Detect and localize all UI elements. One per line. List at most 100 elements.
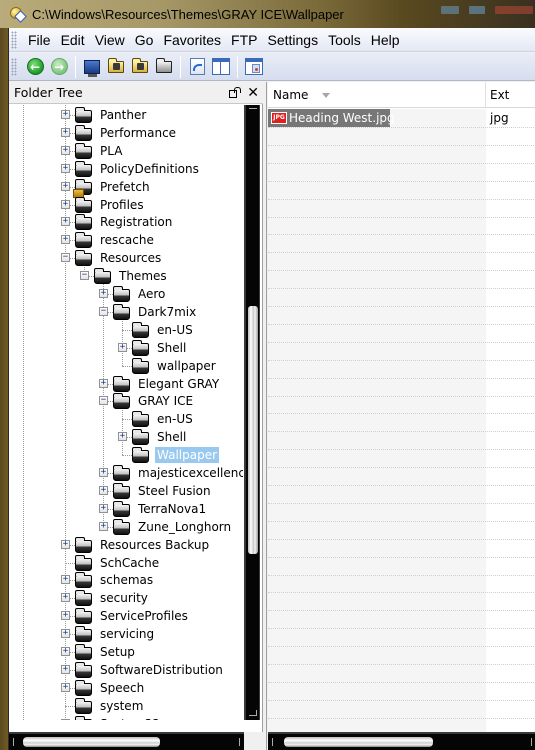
expand-icon[interactable]: + xyxy=(61,593,70,603)
tree-item[interactable]: − Dark7mix xyxy=(9,303,243,321)
vertical-scroll-thumb[interactable] xyxy=(248,305,258,554)
expand-icon[interactable]: + xyxy=(99,485,108,495)
tree-item-label[interactable]: en-US xyxy=(155,411,195,427)
tree-item-label[interactable]: Shell xyxy=(155,429,188,445)
menu-tools[interactable]: Tools xyxy=(323,29,366,51)
tree-item-label[interactable]: Panther xyxy=(98,107,148,123)
tree-item-label[interactable]: Profiles xyxy=(98,197,146,213)
expand-icon[interactable]: + xyxy=(118,342,127,352)
tree-item-label[interactable]: system xyxy=(98,698,145,714)
menu-go[interactable]: Go xyxy=(130,29,159,51)
expand-icon[interactable]: + xyxy=(61,575,70,585)
collapse-icon[interactable]: − xyxy=(80,271,89,281)
menu-view[interactable]: View xyxy=(90,29,130,51)
panes-button[interactable] xyxy=(210,56,232,78)
preview-button[interactable] xyxy=(243,56,265,78)
folder-b-button[interactable] xyxy=(129,56,151,78)
tree-item[interactable]: + Shell xyxy=(9,428,243,446)
expand-icon[interactable]: + xyxy=(61,127,70,137)
tree-item-label[interactable]: Setup xyxy=(98,644,137,660)
tree-item-label[interactable]: Shell xyxy=(155,340,188,356)
tree-item-label[interactable]: Registration xyxy=(98,214,174,230)
expand-icon[interactable]: + xyxy=(61,163,70,173)
tree-item[interactable]: system xyxy=(9,697,243,715)
tree-item-label[interactable]: TerraNova1 xyxy=(136,501,208,517)
expand-icon[interactable]: + xyxy=(61,235,70,245)
collapse-icon[interactable]: − xyxy=(99,396,108,406)
tree-item-label[interactable]: ServiceProfiles xyxy=(98,608,190,624)
unpin-icon[interactable] xyxy=(229,86,242,99)
tree-item[interactable]: + Shell xyxy=(9,339,243,357)
tree-item-label[interactable]: servicing xyxy=(98,626,156,642)
menu-file[interactable]: File xyxy=(23,29,56,51)
tree-item-label[interactable]: wallpaper xyxy=(155,358,218,374)
tree-item[interactable]: + security xyxy=(9,589,243,607)
tree-item-label[interactable]: Themes xyxy=(117,268,169,284)
scroll-right-arrow-icon[interactable] xyxy=(526,738,532,746)
tree-item-label[interactable]: Resources xyxy=(98,250,163,266)
tree-item[interactable]: − GRAY ICE xyxy=(9,392,243,410)
tree-item-label[interactable]: Prefetch xyxy=(98,179,152,195)
expand-icon[interactable]: + xyxy=(99,378,108,388)
tree-item-label[interactable]: rescache xyxy=(98,232,156,248)
tree-item-label[interactable]: System32 xyxy=(98,716,162,720)
collapse-icon[interactable]: − xyxy=(61,253,70,263)
file-name-cell[interactable]: JPG Heading West.jpg xyxy=(268,109,486,127)
tree-item[interactable]: − Themes xyxy=(9,267,243,285)
scroll-up-arrow-icon[interactable] xyxy=(249,108,257,114)
tree-item[interactable]: + Resources Backup xyxy=(9,536,243,554)
tree-item-label[interactable]: Wallpaper xyxy=(155,447,220,464)
maximize-button[interactable] xyxy=(469,6,485,14)
expand-icon[interactable]: + xyxy=(61,682,70,692)
back-button[interactable]: ← xyxy=(24,56,46,78)
tree-item-label[interactable]: majesticexcellence xyxy=(136,465,243,481)
tree-item-label[interactable]: PLA xyxy=(98,143,124,159)
tree-item-label[interactable]: Steel Fusion xyxy=(136,483,213,499)
file-list-horizontal-scrollbar[interactable] xyxy=(268,732,535,750)
tree-item-label[interactable]: en-US xyxy=(155,322,195,338)
tree-item-label[interactable]: SoftwareDistribution xyxy=(98,662,225,678)
tree-item-label[interactable]: PolicyDefinitions xyxy=(98,161,201,177)
tree-item-label[interactable]: schemas xyxy=(98,572,155,588)
refresh-button[interactable] xyxy=(186,56,208,78)
close-window-button[interactable] xyxy=(495,6,533,14)
scroll-down-arrow-icon[interactable] xyxy=(249,710,257,716)
menu-ftp[interactable]: FTP xyxy=(226,29,262,51)
expand-icon[interactable]: + xyxy=(61,145,70,155)
tree-item[interactable]: + Prefetch xyxy=(9,178,243,198)
pane-splitter[interactable] xyxy=(263,82,267,750)
tree-item-label[interactable]: SchCache xyxy=(98,555,161,571)
tree-item[interactable]: + PolicyDefinitions xyxy=(9,160,243,178)
scroll-right-arrow-icon[interactable] xyxy=(234,738,240,746)
tree-item[interactable]: + Registration xyxy=(9,213,243,231)
scroll-left-arrow-icon[interactable] xyxy=(13,738,19,746)
folder-tree-horizontal-scrollbar[interactable] xyxy=(9,732,244,750)
expand-icon[interactable]: + xyxy=(99,503,108,513)
menu-help[interactable]: Help xyxy=(366,29,405,51)
tree-item[interactable]: − Resources xyxy=(9,249,243,267)
tree-item-label[interactable]: Dark7mix xyxy=(136,304,198,320)
tree-item[interactable]: + System32 xyxy=(9,715,243,720)
tree-item[interactable]: + Speech xyxy=(9,679,243,697)
expand-icon[interactable]: + xyxy=(61,629,70,639)
expand-icon[interactable]: + xyxy=(61,110,70,119)
tree-item-label[interactable]: Zune_Longhorn xyxy=(136,519,233,535)
scroll-left-arrow-icon[interactable] xyxy=(272,738,278,746)
tree-item[interactable]: SchCache xyxy=(9,554,243,572)
tree-item[interactable]: + Steel Fusion xyxy=(9,482,243,500)
tree-item[interactable]: + Zune_Longhorn xyxy=(9,518,243,536)
tree-item-label[interactable]: GRAY ICE xyxy=(136,393,195,409)
tree-item[interactable]: + ServiceProfiles xyxy=(9,607,243,625)
tree-item[interactable]: + servicing xyxy=(9,625,243,643)
tree-item[interactable]: wallpaper xyxy=(9,357,243,375)
tree-item-label[interactable]: Resources Backup xyxy=(98,537,211,553)
tree-item[interactable]: + Panther xyxy=(9,106,243,124)
tree-item[interactable]: + Performance xyxy=(9,124,243,142)
expand-icon[interactable]: + xyxy=(118,432,127,442)
menu-settings[interactable]: Settings xyxy=(263,29,324,51)
expand-icon[interactable]: + xyxy=(61,539,70,549)
tree-item[interactable]: + schemas xyxy=(9,571,243,589)
tree-item[interactable]: + Elegant GRAY xyxy=(9,375,243,393)
tree-item[interactable]: en-US xyxy=(9,410,243,428)
expand-icon[interactable]: + xyxy=(61,664,70,674)
